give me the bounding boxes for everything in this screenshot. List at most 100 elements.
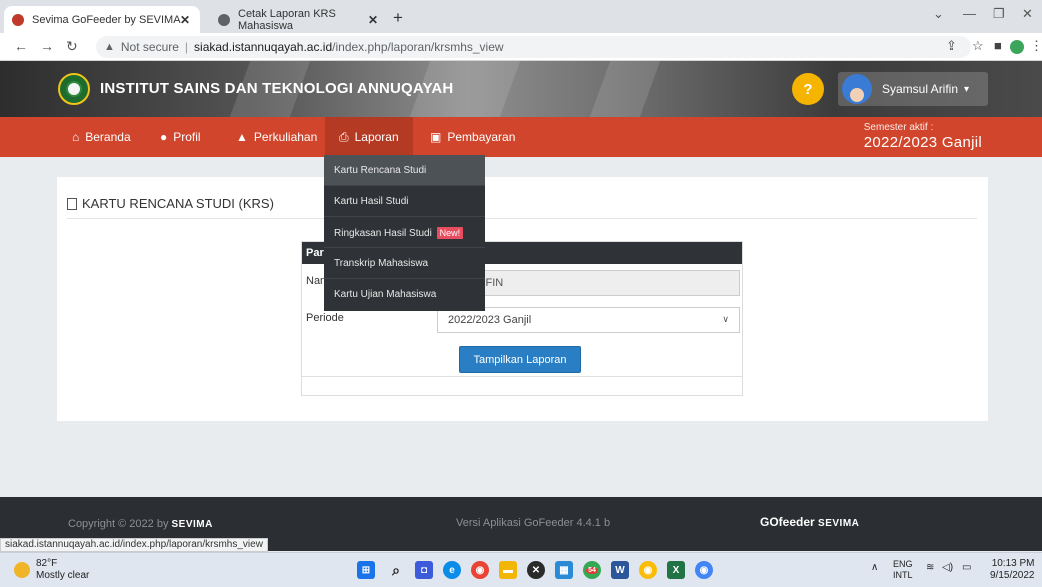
chrome-dev-icon[interactable]: ◉ bbox=[695, 561, 713, 579]
browser-tab-strip: Sevima GoFeeder by SEVIMA ✕ Cetak Lapora… bbox=[0, 0, 1042, 33]
krs-card: KARTU RENCANA STUDI (KRS) Para Nam UL AR… bbox=[57, 177, 988, 421]
temperature: 82°F bbox=[36, 558, 58, 569]
menu-item-kartu-ujian-mahasiswa[interactable]: Kartu Ujian Mahasiswa bbox=[324, 279, 485, 310]
word-icon[interactable]: W bbox=[611, 561, 629, 579]
page-title: KARTU RENCANA STUDI (KRS) bbox=[67, 196, 274, 211]
institution-logo bbox=[58, 73, 90, 105]
header-decoration bbox=[589, 61, 661, 117]
profile-avatar-icon[interactable] bbox=[1010, 40, 1024, 54]
nav-item-perkuliahan[interactable]: ▲ Perkuliahan bbox=[236, 117, 317, 157]
file-explorer-icon[interactable]: ▬ bbox=[499, 561, 517, 579]
user-icon: ● bbox=[160, 130, 168, 144]
system-clock[interactable]: 10:13 PM 9/15/2022 bbox=[990, 558, 1035, 582]
windows-taskbar: 82°F Mostly clear ⊞ ⌕ ◘ e ◉ ▬ ✕ ▦ 54 W ◉… bbox=[0, 552, 1042, 587]
share-icon[interactable]: ⇪ bbox=[946, 38, 957, 54]
volume-icon[interactable]: ◁) bbox=[942, 562, 953, 573]
new-tab-icon[interactable]: + bbox=[393, 8, 403, 28]
menu-item-transkrip-mahasiswa[interactable]: Transkrip Mahasiswa bbox=[324, 248, 485, 279]
show-report-button[interactable]: Tampilkan Laporan bbox=[459, 346, 581, 373]
semester-label: Semester aktif : bbox=[863, 122, 934, 133]
site-header: INSTITUT SAINS DAN TEKNOLOGI ANNUQAYAH ?… bbox=[0, 61, 1042, 117]
menu-item-label: Ringkasan Hasil Studi bbox=[334, 228, 432, 239]
menu-item-label: Kartu Hasil Studi bbox=[334, 196, 409, 207]
nav-label: Pembayaran bbox=[447, 130, 516, 144]
url-host: siakad.istannuqayah.ac.id bbox=[194, 40, 333, 54]
chat-icon[interactable]: ◘ bbox=[415, 561, 433, 579]
chevron-down-icon: ∨ bbox=[722, 314, 729, 324]
sidepanel-icon[interactable]: ■ bbox=[994, 38, 1002, 53]
document-icon bbox=[67, 197, 77, 210]
battery-icon[interactable]: ▭ bbox=[962, 562, 971, 573]
gofeeder-logo: GOfeeder SEVIMA bbox=[760, 515, 859, 529]
menu-item-ringkasan-hasil-studi[interactable]: Ringkasan Hasil Studi New! bbox=[324, 217, 485, 248]
menu-item-kartu-rencana-studi[interactable]: Kartu Rencana Studi bbox=[324, 155, 485, 186]
avatar-head bbox=[850, 88, 864, 102]
menu-item-kartu-hasil-studi[interactable]: Kartu Hasil Studi bbox=[324, 186, 485, 217]
sevima-wordmark: SEVIMA bbox=[818, 518, 860, 529]
main-navigation: ⌂ Beranda ● Profil ▲ Perkuliahan ⎙ Lapor… bbox=[0, 117, 1042, 157]
chrome-icon[interactable]: ◉ bbox=[471, 561, 489, 579]
browser-menu-icon[interactable]: ⋮ bbox=[1030, 38, 1042, 54]
minimize-icon[interactable]: — bbox=[963, 6, 976, 21]
nav-label: Profil bbox=[173, 130, 201, 144]
reload-icon[interactable]: ↻ bbox=[66, 38, 78, 55]
close-window-icon[interactable]: ✕ bbox=[1022, 6, 1033, 22]
clock-date: 9/15/2022 bbox=[990, 570, 1035, 581]
warning-icon: ▲ bbox=[104, 41, 115, 53]
clock-time: 10:13 PM bbox=[991, 558, 1035, 569]
nav-item-beranda[interactable]: ⌂ Beranda bbox=[72, 117, 131, 157]
new-badge: New! bbox=[436, 227, 464, 239]
tab-title: Sevima GoFeeder by SEVIMA bbox=[32, 13, 181, 26]
url-separator: | bbox=[184, 40, 189, 54]
close-tab-icon[interactable]: ✕ bbox=[180, 13, 190, 27]
weather-widget[interactable]: 82°F Mostly clear bbox=[14, 558, 89, 582]
user-name: Syamsul Arifin bbox=[882, 82, 959, 96]
home-icon: ⌂ bbox=[72, 130, 80, 144]
tab-title: Cetak Laporan KRS Mahasiswa bbox=[238, 7, 336, 32]
store-icon[interactable]: ▦ bbox=[555, 561, 573, 579]
globe-favicon-icon bbox=[218, 13, 230, 26]
nav-item-laporan[interactable]: ⎙ Laporan bbox=[325, 117, 413, 157]
semester-value: 2022/2023 Ganjil bbox=[863, 134, 982, 151]
wifi-icon[interactable]: ≋ bbox=[926, 562, 934, 573]
browser-tab-cetak-krs[interactable]: Cetak Laporan KRS Mahasiswa ✕ bbox=[210, 6, 388, 33]
sevima-brand: SEVIMA bbox=[171, 519, 213, 530]
nav-item-pembayaran[interactable]: ▣ Pembayaran bbox=[430, 117, 515, 157]
moon-weather-icon bbox=[14, 562, 30, 578]
back-icon[interactable]: ← bbox=[14, 38, 28, 54]
institution-title: INSTITUT SAINS DAN TEKNOLOGI ANNUQAYAH bbox=[100, 80, 454, 97]
title-divider bbox=[67, 218, 977, 219]
url-omnibox[interactable]: ▲ Not secure | siakad.istannuqayah.ac.id… bbox=[96, 36, 971, 58]
windows-start-icon[interactable]: ⊞ bbox=[357, 561, 375, 579]
period-selected-value: 2022/2023 Ganjil bbox=[448, 314, 532, 326]
chrome-profile-icon[interactable]: 54 bbox=[583, 561, 601, 579]
form-divider bbox=[302, 376, 742, 377]
input-language[interactable]: ENG INTL bbox=[893, 559, 913, 581]
excel-icon[interactable]: X bbox=[667, 561, 685, 579]
restore-icon[interactable]: ❐ bbox=[993, 6, 1005, 22]
search-icon[interactable]: ⌕ bbox=[387, 561, 405, 579]
chevron-down-icon: ▾ bbox=[964, 83, 970, 95]
menu-item-label: Kartu Ujian Mahasiswa bbox=[334, 289, 437, 300]
help-book-icon[interactable]: ? bbox=[792, 73, 824, 105]
bookmark-star-icon[interactable]: ☆ bbox=[972, 38, 984, 54]
menu-item-label: Transkrip Mahasiswa bbox=[334, 258, 429, 269]
tab-search-icon[interactable]: ⌄ bbox=[933, 6, 944, 22]
keyboard-layout: INTL bbox=[893, 570, 913, 580]
close-tab-icon[interactable]: ✕ bbox=[368, 13, 378, 27]
weather-text: 82°F Mostly clear bbox=[36, 558, 89, 582]
chrome-beta-icon[interactable]: ◉ bbox=[639, 561, 657, 579]
tray-overflow-chevron-icon[interactable]: ∧ bbox=[871, 562, 878, 573]
browser-tab-sevima[interactable]: Sevima GoFeeder by SEVIMA ✕ bbox=[4, 6, 200, 33]
logo-inner bbox=[66, 81, 82, 97]
address-bar: ← → ↻ ▲ Not secure | siakad.istannuqayah… bbox=[0, 33, 1042, 61]
edge-icon[interactable]: e bbox=[443, 561, 461, 579]
xbox-icon[interactable]: ✕ bbox=[527, 561, 545, 579]
laporan-dropdown-menu: Kartu Rencana Studi Kartu Hasil Studi Ri… bbox=[324, 155, 485, 311]
forward-icon[interactable]: → bbox=[40, 38, 54, 54]
user-menu[interactable]: Syamsul Arifin ▾ bbox=[838, 72, 988, 106]
gofeeder-wordmark: GOfeeder bbox=[760, 515, 815, 529]
app-version: Versi Aplikasi GoFeeder 4.4.1 b bbox=[456, 517, 611, 529]
nav-item-profil[interactable]: ● Profil bbox=[160, 117, 201, 157]
avatar bbox=[842, 74, 872, 104]
